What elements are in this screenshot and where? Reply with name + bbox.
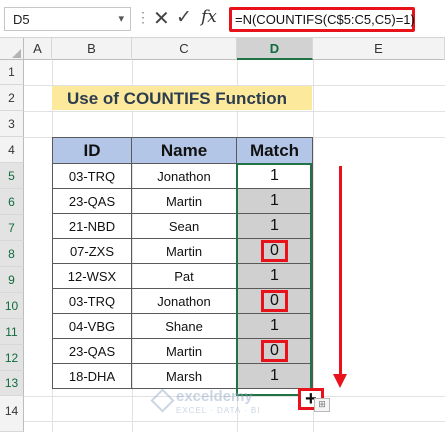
cell-name[interactable]: Pat: [131, 263, 237, 289]
row-header-3[interactable]: 3: [0, 111, 24, 137]
row-header-2[interactable]: 2: [0, 85, 24, 111]
cell-match[interactable]: 1: [236, 188, 313, 214]
row-header-6[interactable]: 6: [0, 189, 24, 215]
cell-id[interactable]: 18-DHA: [52, 363, 132, 389]
cell-id[interactable]: 23-QAS: [52, 338, 132, 364]
highlight-box: 0: [261, 290, 288, 312]
column-header-d[interactable]: D: [237, 38, 313, 60]
row-header-5[interactable]: 5: [0, 163, 24, 189]
row-header-11[interactable]: 11: [0, 319, 24, 345]
cell-match[interactable]: 1: [236, 213, 313, 239]
watermark-logo-icon: [150, 388, 175, 413]
cell-id[interactable]: 23-QAS: [52, 188, 132, 214]
header-id[interactable]: ID: [52, 137, 132, 164]
formula-input[interactable]: =N(COUNTIFS(C$5:C5,C5)=1): [229, 7, 415, 32]
cell-id[interactable]: 03-TRQ: [52, 163, 132, 189]
cell-id[interactable]: 12-WSX: [52, 263, 132, 289]
watermark-tagline: EXCEL · DATA · BI: [176, 406, 261, 415]
chevron-down-icon[interactable]: ▾: [118, 12, 124, 25]
cell-name[interactable]: Martin: [131, 238, 237, 264]
header-match[interactable]: Match: [236, 137, 313, 164]
highlight-box: 0: [261, 340, 288, 362]
table-row: 23-QAS Martin 1: [52, 188, 313, 214]
watermark-name: exceldemy: [176, 388, 253, 405]
cell-match-highlighted[interactable]: 0: [236, 238, 313, 264]
row-header-7[interactable]: 7: [0, 215, 24, 241]
cell-match-highlighted[interactable]: 0: [236, 288, 313, 314]
cell-match-active[interactable]: 1: [236, 163, 313, 189]
cell-match[interactable]: 1: [236, 263, 313, 289]
row-header-10[interactable]: 10: [0, 293, 24, 319]
name-box-value: D5: [13, 12, 30, 27]
select-all-button[interactable]: [0, 38, 24, 60]
cell-name[interactable]: Martin: [131, 338, 237, 364]
table-row: 21-NBD Sean 1: [52, 213, 313, 239]
cell-name[interactable]: Marsh: [131, 363, 237, 389]
sheet-title-cell[interactable]: Use of COUNTIFS Function: [52, 86, 312, 110]
table-row: 07-ZXS Martin 0: [52, 238, 313, 264]
name-box[interactable]: D5 ▾: [4, 7, 131, 31]
row-header-13[interactable]: 13: [0, 371, 24, 396]
table-row: 12-WSX Pat 1: [52, 263, 313, 289]
cell-id[interactable]: 21-NBD: [52, 213, 132, 239]
row-header-4[interactable]: 4: [0, 137, 24, 163]
cell-name[interactable]: Jonathon: [131, 288, 237, 314]
table-row: 23-QAS Martin 0: [52, 338, 313, 364]
cell-id[interactable]: 07-ZXS: [52, 238, 132, 264]
enter-icon[interactable]: ✓: [176, 6, 192, 29]
table-row: 03-TRQ Jonathon 1: [52, 163, 313, 189]
row-header-8[interactable]: 8: [0, 241, 24, 267]
table-row: 03-TRQ Jonathon 0: [52, 288, 313, 314]
table-row: 04-VBG Shane 1: [52, 313, 313, 339]
cell-name[interactable]: Martin: [131, 188, 237, 214]
cell-match[interactable]: 1: [236, 363, 313, 389]
watermark: exceldemy EXCEL · DATA · BI: [150, 388, 294, 418]
column-headers: A B C D E: [0, 38, 445, 60]
cell-match[interactable]: 1: [236, 313, 313, 339]
formula-bar: D5 ▾ ⋮ ✕ ✓ fx =N(COUNTIFS(C$5:C5,C5)=1): [0, 0, 445, 38]
header-name[interactable]: Name: [131, 137, 237, 164]
row-header-12[interactable]: 12: [0, 345, 24, 371]
column-header-e[interactable]: E: [313, 38, 445, 60]
column-header-c[interactable]: C: [132, 38, 237, 60]
row-header-1[interactable]: 1: [0, 60, 24, 85]
cell-match-highlighted[interactable]: 0: [236, 338, 313, 364]
arrow-down-icon: [333, 374, 347, 388]
cell-id[interactable]: 03-TRQ: [52, 288, 132, 314]
cell-name[interactable]: Jonathon: [131, 163, 237, 189]
more-options-icon[interactable]: ⋮: [136, 9, 150, 26]
cancel-icon[interactable]: ✕: [153, 6, 170, 31]
insert-function-icon[interactable]: fx: [201, 7, 217, 27]
cell-id[interactable]: 04-VBG: [52, 313, 132, 339]
column-header-b[interactable]: B: [52, 38, 132, 60]
highlight-box: 0: [261, 240, 288, 262]
formula-text: =N(COUNTIFS(C$5:C5,C5)=1): [235, 12, 415, 27]
table-row: 18-DHA Marsh 1: [52, 363, 313, 389]
cell-name[interactable]: Sean: [131, 213, 237, 239]
table-header-row: ID Name Match: [52, 137, 313, 164]
autofill-options-icon[interactable]: ⊞: [314, 398, 330, 412]
cell-name[interactable]: Shane: [131, 313, 237, 339]
sheet-title: Use of COUNTIFS Function: [67, 89, 288, 108]
data-table: ID Name Match 03-TRQ Jonathon 1 23-QAS M…: [52, 137, 313, 389]
row-header-14[interactable]: 14: [0, 396, 24, 432]
fill-down-arrow: [339, 166, 342, 376]
column-header-a[interactable]: A: [24, 38, 52, 60]
row-header-9[interactable]: 9: [0, 267, 24, 293]
